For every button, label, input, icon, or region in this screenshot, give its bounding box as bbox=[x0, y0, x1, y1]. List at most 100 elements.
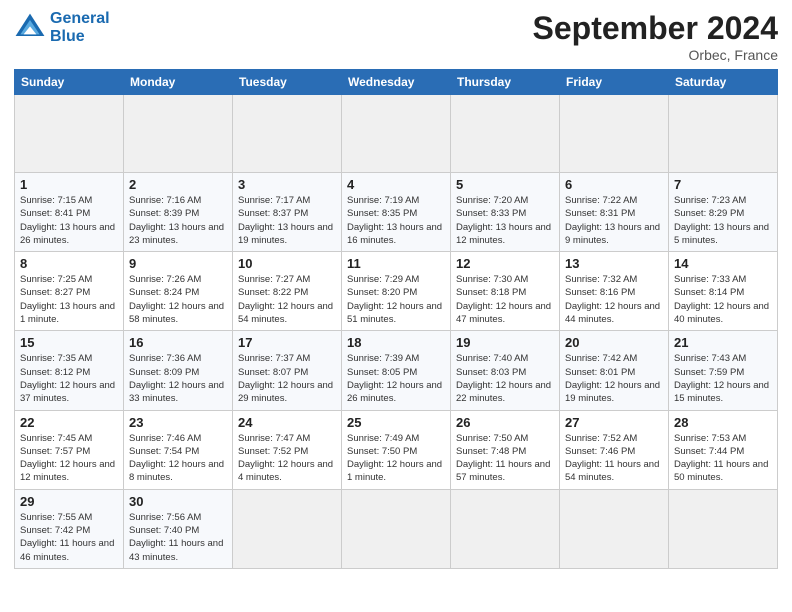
calendar-cell: 28 Sunrise: 7:53 AM Sunset: 7:44 PM Dayli… bbox=[669, 410, 778, 489]
day-info: Sunrise: 7:42 AM Sunset: 8:01 PM Dayligh… bbox=[565, 352, 663, 405]
calendar-cell: 16Sunrise: 7:36 AM Sunset: 8:09 PM Dayli… bbox=[124, 331, 233, 410]
calendar-cell: 6Sunrise: 7:22 AM Sunset: 8:31 PM Daylig… bbox=[560, 173, 669, 252]
calendar-cell: 24 Sunrise: 7:47 AM Sunset: 7:52 PM Dayli… bbox=[233, 410, 342, 489]
logo-text-general: General bbox=[50, 10, 110, 27]
logo: General Blue bbox=[14, 10, 110, 45]
calendar-cell: 26 Sunrise: 7:50 AM Sunset: 7:48 PM Dayli… bbox=[451, 410, 560, 489]
day-info: Sunrise: 7:29 AM Sunset: 8:20 PM Dayligh… bbox=[347, 273, 445, 326]
day-info: Sunrise: 7:36 AM Sunset: 8:09 PM Dayligh… bbox=[129, 352, 227, 405]
col-header-friday: Friday bbox=[560, 70, 669, 95]
calendar-cell bbox=[451, 489, 560, 568]
day-number: 28 bbox=[674, 415, 772, 430]
calendar-cell: 3Sunrise: 7:17 AM Sunset: 8:37 PM Daylig… bbox=[233, 173, 342, 252]
calendar-cell: 27Sunrise: 7:52 AM Sunset: 7:46 PM Dayli… bbox=[560, 410, 669, 489]
day-info: Sunrise: 7:55 AM Sunset: 7:42 PM Dayligh… bbox=[20, 511, 118, 564]
calendar-cell: 9Sunrise: 7:26 AM Sunset: 8:24 PM Daylig… bbox=[124, 252, 233, 331]
day-number: 21 bbox=[674, 335, 772, 350]
calendar-cell: 20 Sunrise: 7:42 AM Sunset: 8:01 PM Dayli… bbox=[560, 331, 669, 410]
calendar-row bbox=[15, 95, 778, 173]
day-info: Sunrise: 7:56 AM Sunset: 7:40 PM Dayligh… bbox=[129, 511, 227, 564]
calendar-cell bbox=[560, 489, 669, 568]
day-number: 26 bbox=[456, 415, 554, 430]
day-number: 10 bbox=[238, 256, 336, 271]
calendar-page: General Blue September 2024 Orbec, Franc… bbox=[0, 0, 792, 612]
calendar-cell bbox=[669, 95, 778, 173]
day-number: 14 bbox=[674, 256, 772, 271]
day-number: 5 bbox=[456, 177, 554, 192]
calendar-cell: 13Sunrise: 7:32 AM Sunset: 8:16 PM Dayli… bbox=[560, 252, 669, 331]
day-number: 19 bbox=[456, 335, 554, 350]
day-info: Sunrise: 7:15 AM Sunset: 8:41 PM Dayligh… bbox=[20, 194, 118, 247]
day-info: Sunrise: 7:23 AM Sunset: 8:29 PM Dayligh… bbox=[674, 194, 772, 247]
day-number: 2 bbox=[129, 177, 227, 192]
calendar-cell: 11 Sunrise: 7:29 AM Sunset: 8:20 PM Dayli… bbox=[342, 252, 451, 331]
day-info: Sunrise: 7:16 AM Sunset: 8:39 PM Dayligh… bbox=[129, 194, 227, 247]
col-header-monday: Monday bbox=[124, 70, 233, 95]
calendar-cell: 25 Sunrise: 7:49 AM Sunset: 7:50 PM Dayli… bbox=[342, 410, 451, 489]
calendar-cell: 23Sunrise: 7:46 AM Sunset: 7:54 PM Dayli… bbox=[124, 410, 233, 489]
calendar-cell bbox=[15, 95, 124, 173]
calendar-cell: 7 Sunrise: 7:23 AM Sunset: 8:29 PM Daylig… bbox=[669, 173, 778, 252]
day-number: 11 bbox=[347, 256, 445, 271]
day-info: Sunrise: 7:40 AM Sunset: 8:03 PM Dayligh… bbox=[456, 352, 554, 405]
calendar-cell bbox=[669, 489, 778, 568]
calendar-cell: 1 Sunrise: 7:15 AM Sunset: 8:41 PM Daylig… bbox=[15, 173, 124, 252]
day-info: Sunrise: 7:52 AM Sunset: 7:46 PM Dayligh… bbox=[565, 432, 663, 485]
calendar-cell: 14 Sunrise: 7:33 AM Sunset: 8:14 PM Dayli… bbox=[669, 252, 778, 331]
calendar-cell bbox=[124, 95, 233, 173]
calendar-cell bbox=[560, 95, 669, 173]
title-block: September 2024 Orbec, France bbox=[533, 10, 778, 63]
calendar-cell: 10 Sunrise: 7:27 AM Sunset: 8:22 PM Dayli… bbox=[233, 252, 342, 331]
day-info: Sunrise: 7:20 AM Sunset: 8:33 PM Dayligh… bbox=[456, 194, 554, 247]
day-number: 25 bbox=[347, 415, 445, 430]
calendar-cell bbox=[233, 489, 342, 568]
day-number: 3 bbox=[238, 177, 336, 192]
day-info: Sunrise: 7:43 AM Sunset: 7:59 PM Dayligh… bbox=[674, 352, 772, 405]
day-info: Sunrise: 7:46 AM Sunset: 7:54 PM Dayligh… bbox=[129, 432, 227, 485]
calendar-row: 15 Sunrise: 7:35 AM Sunset: 8:12 PM Dayli… bbox=[15, 331, 778, 410]
calendar-row: 29 Sunrise: 7:55 AM Sunset: 7:42 PM Dayli… bbox=[15, 489, 778, 568]
day-number: 24 bbox=[238, 415, 336, 430]
calendar-cell: 12Sunrise: 7:30 AM Sunset: 8:18 PM Dayli… bbox=[451, 252, 560, 331]
col-header-tuesday: Tuesday bbox=[233, 70, 342, 95]
calendar-cell: 15 Sunrise: 7:35 AM Sunset: 8:12 PM Dayli… bbox=[15, 331, 124, 410]
day-info: Sunrise: 7:27 AM Sunset: 8:22 PM Dayligh… bbox=[238, 273, 336, 326]
col-header-saturday: Saturday bbox=[669, 70, 778, 95]
calendar-cell: 4Sunrise: 7:19 AM Sunset: 8:35 PM Daylig… bbox=[342, 173, 451, 252]
day-number: 15 bbox=[20, 335, 118, 350]
day-number: 7 bbox=[674, 177, 772, 192]
calendar-row: 8Sunrise: 7:25 AM Sunset: 8:27 PM Daylig… bbox=[15, 252, 778, 331]
day-info: Sunrise: 7:39 AM Sunset: 8:05 PM Dayligh… bbox=[347, 352, 445, 405]
day-number: 22 bbox=[20, 415, 118, 430]
day-info: Sunrise: 7:19 AM Sunset: 8:35 PM Dayligh… bbox=[347, 194, 445, 247]
day-info: Sunrise: 7:53 AM Sunset: 7:44 PM Dayligh… bbox=[674, 432, 772, 485]
calendar-cell: 18 Sunrise: 7:39 AM Sunset: 8:05 PM Dayli… bbox=[342, 331, 451, 410]
calendar-cell: 8Sunrise: 7:25 AM Sunset: 8:27 PM Daylig… bbox=[15, 252, 124, 331]
day-number: 29 bbox=[20, 494, 118, 509]
location: Orbec, France bbox=[533, 47, 778, 63]
day-info: Sunrise: 7:32 AM Sunset: 8:16 PM Dayligh… bbox=[565, 273, 663, 326]
day-number: 6 bbox=[565, 177, 663, 192]
calendar-cell bbox=[342, 489, 451, 568]
day-number: 17 bbox=[238, 335, 336, 350]
calendar-row: 1 Sunrise: 7:15 AM Sunset: 8:41 PM Daylig… bbox=[15, 173, 778, 252]
day-number: 1 bbox=[20, 177, 118, 192]
day-info: Sunrise: 7:25 AM Sunset: 8:27 PM Dayligh… bbox=[20, 273, 118, 326]
day-number: 30 bbox=[129, 494, 227, 509]
day-number: 20 bbox=[565, 335, 663, 350]
day-info: Sunrise: 7:50 AM Sunset: 7:48 PM Dayligh… bbox=[456, 432, 554, 485]
day-info: Sunrise: 7:35 AM Sunset: 8:12 PM Dayligh… bbox=[20, 352, 118, 405]
day-number: 12 bbox=[456, 256, 554, 271]
col-header-wednesday: Wednesday bbox=[342, 70, 451, 95]
day-info: Sunrise: 7:47 AM Sunset: 7:52 PM Dayligh… bbox=[238, 432, 336, 485]
calendar-cell: 17 Sunrise: 7:37 AM Sunset: 8:07 PM Dayli… bbox=[233, 331, 342, 410]
calendar-table: SundayMondayTuesdayWednesdayThursdayFrid… bbox=[14, 69, 778, 569]
day-info: Sunrise: 7:49 AM Sunset: 7:50 PM Dayligh… bbox=[347, 432, 445, 485]
col-header-sunday: Sunday bbox=[15, 70, 124, 95]
calendar-cell bbox=[342, 95, 451, 173]
day-number: 18 bbox=[347, 335, 445, 350]
day-info: Sunrise: 7:33 AM Sunset: 8:14 PM Dayligh… bbox=[674, 273, 772, 326]
day-info: Sunrise: 7:37 AM Sunset: 8:07 PM Dayligh… bbox=[238, 352, 336, 405]
calendar-cell: 19 Sunrise: 7:40 AM Sunset: 8:03 PM Dayli… bbox=[451, 331, 560, 410]
calendar-cell: 22Sunrise: 7:45 AM Sunset: 7:57 PM Dayli… bbox=[15, 410, 124, 489]
